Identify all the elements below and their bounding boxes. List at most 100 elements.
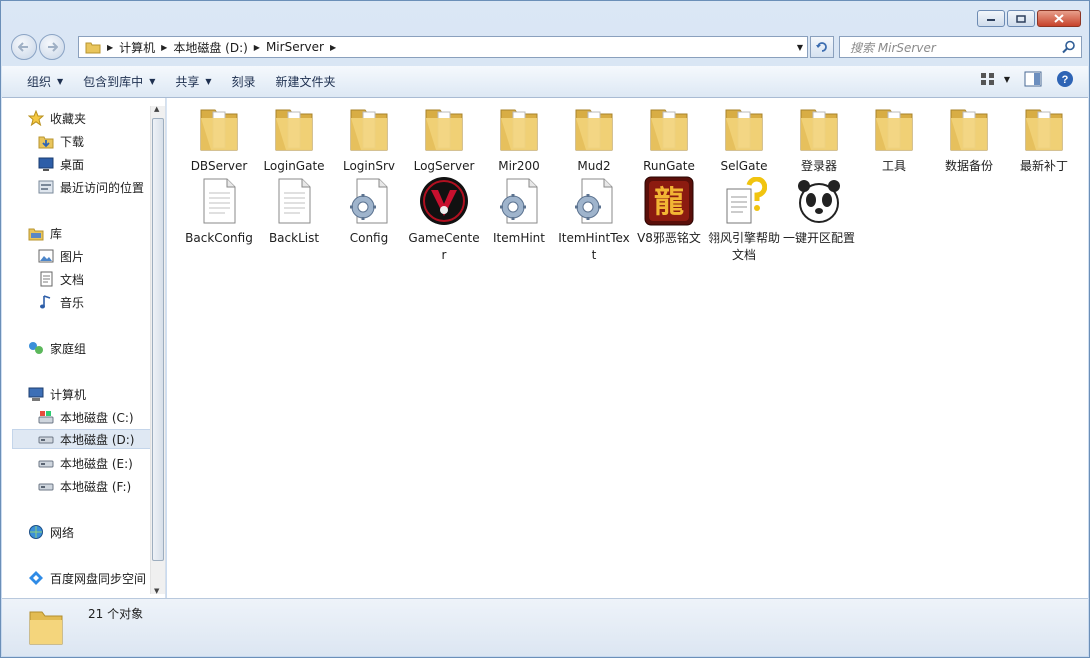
file-name: 登录器	[800, 159, 837, 173]
file-name: ItemHint	[493, 231, 545, 245]
burn-button[interactable]: 刻录	[222, 70, 266, 94]
sidebar-item-baidu-sync[interactable]: 百度网盘同步空间	[28, 568, 146, 588]
window-controls	[977, 10, 1081, 27]
drive-icon	[38, 483, 54, 491]
breadcrumb-mirserver[interactable]: MirServer	[266, 40, 324, 54]
file-item[interactable]: 一键开区配置	[783, 176, 855, 247]
sidebar-item-drive-f[interactable]: 本地磁盘 (F:)	[38, 476, 131, 496]
sidebar-item-label: 文档	[60, 272, 85, 287]
sidebar-item-label: 家庭组	[50, 341, 87, 356]
system-drive-icon	[38, 411, 54, 424]
file-item[interactable]: RunGate	[633, 104, 705, 175]
sidebar-item-pictures[interactable]: 图片	[38, 246, 84, 266]
scroll-down-icon[interactable]: ▼	[154, 587, 159, 595]
sidebar-item-favorites[interactable]: 收藏夹	[28, 108, 86, 128]
svg-text:?: ?	[1062, 74, 1069, 86]
organize-button[interactable]: 组织 ▼	[17, 70, 73, 94]
file-item[interactable]: ItemHint	[483, 176, 555, 247]
sidebar-item-desktop[interactable]: 桌面	[38, 154, 84, 174]
file-item[interactable]: BackConfig	[183, 176, 255, 247]
sidebar-item-label: 桌面	[60, 157, 85, 172]
sidebar-item-drive-d[interactable]: 本地磁盘 (D:)	[12, 429, 151, 449]
file-item[interactable]: LoginGate	[258, 104, 330, 175]
file-name: ItemHintText	[558, 231, 630, 262]
share-label: 共享	[175, 75, 200, 89]
sidebar-item-music[interactable]: 音乐	[38, 292, 84, 312]
file-item[interactable]: 最新补丁	[1008, 104, 1080, 175]
file-name: 数据备份	[944, 159, 993, 173]
close-button[interactable]	[1037, 10, 1081, 27]
sidebar-item-label: 本地磁盘 (E:)	[60, 456, 133, 471]
file-item[interactable]: 数据备份	[933, 104, 1005, 175]
sidebar-item-label: 网络	[50, 525, 75, 540]
sidebar-item-libraries[interactable]: 库	[28, 223, 62, 243]
sidebar-item-label: 音乐	[60, 295, 85, 310]
folder-icon	[419, 104, 469, 154]
file-item[interactable]: SelGate	[708, 104, 780, 175]
minimize-button[interactable]	[977, 10, 1005, 27]
item-count: 21 个对象	[88, 607, 144, 621]
file-name: BackList	[268, 231, 320, 245]
file-item[interactable]: Mud2	[558, 104, 630, 175]
help-icon[interactable]: ?	[1056, 70, 1074, 88]
file-item[interactable]: Mir200	[483, 104, 555, 175]
navigation-scrollbar[interactable]: ▲ ▼	[150, 105, 165, 595]
config-file-icon	[494, 176, 544, 226]
sidebar-item-label: 库	[50, 226, 63, 241]
scroll-up-icon[interactable]: ▲	[154, 105, 159, 113]
pictures-icon	[38, 249, 54, 263]
status-bar: 21 个对象	[2, 598, 1088, 656]
new-folder-button[interactable]: 新建文件夹	[266, 70, 346, 94]
file-name: 工具	[881, 159, 906, 173]
file-name: Mud2	[577, 159, 611, 173]
sidebar-item-network[interactable]: 网络	[28, 522, 74, 542]
back-arrow-icon	[18, 42, 28, 52]
folder-icon	[794, 104, 844, 154]
sidebar-item-downloads[interactable]: 下载	[38, 131, 84, 151]
breadcrumb-drive-d[interactable]: 本地磁盘 (D:)	[173, 39, 247, 56]
address-bar[interactable]: ▶ 计算机 ▶ 本地磁盘 (D:) ▶ MirServer ▶ ▼	[78, 36, 808, 58]
file-item[interactable]: DBServer	[183, 104, 255, 175]
chevron-right-icon[interactable]: ▶	[107, 43, 113, 52]
folder-icon	[269, 104, 319, 154]
file-item[interactable]: ItemHintText	[558, 176, 630, 264]
view-options-button[interactable]: ▼	[980, 72, 1010, 86]
file-item[interactable]: GameCenter	[408, 176, 480, 264]
sidebar-item-computer[interactable]: 计算机	[28, 384, 86, 404]
file-item[interactable]: 登录器	[783, 104, 855, 175]
file-item[interactable]: 工具	[858, 104, 930, 175]
file-item[interactable]: 翎风引擎帮助文档	[708, 176, 780, 264]
file-name: RunGate	[643, 159, 695, 173]
share-button[interactable]: 共享 ▼	[165, 70, 221, 94]
sidebar-item-drive-c[interactable]: 本地磁盘 (C:)	[38, 407, 134, 427]
back-button[interactable]	[11, 34, 37, 60]
file-item[interactable]: BackList	[258, 176, 330, 247]
preview-pane-icon[interactable]	[1024, 71, 1042, 87]
chevron-right-icon[interactable]: ▶	[254, 43, 260, 52]
sidebar-item-drive-e[interactable]: 本地磁盘 (E:)	[38, 453, 133, 473]
maximize-button[interactable]	[1007, 10, 1035, 27]
file-list: DBServer LoginGate LoginSrv LogServer Mir200…	[167, 98, 1088, 598]
file-item[interactable]: Config	[333, 176, 405, 247]
breadcrumb-computer[interactable]: 计算机	[119, 39, 155, 56]
drive-icon	[38, 460, 54, 468]
desktop-icon	[38, 157, 54, 171]
chevron-right-icon[interactable]: ▶	[161, 43, 167, 52]
search-input[interactable]: 搜索 MirServer	[839, 36, 1082, 58]
scrollbar-thumb[interactable]	[152, 118, 164, 561]
file-item[interactable]: LogServer	[408, 104, 480, 175]
sidebar-item-recent[interactable]: 最近访问的位置	[38, 177, 144, 197]
forward-button[interactable]	[39, 34, 65, 60]
sidebar-item-documents[interactable]: 文档	[38, 269, 84, 289]
chevron-down-icon[interactable]: ▼	[797, 43, 803, 52]
documents-icon	[40, 271, 53, 287]
refresh-button[interactable]	[810, 36, 834, 58]
file-name: LogServer	[413, 159, 475, 173]
sidebar-item-homegroup[interactable]: 家庭组	[28, 338, 86, 358]
include-library-button[interactable]: 包含到库中 ▼	[73, 70, 165, 94]
file-item[interactable]: LoginSrv	[333, 104, 405, 175]
chevron-right-icon[interactable]: ▶	[330, 43, 336, 52]
file-item[interactable]: 龍 V8邪恶铭文	[633, 176, 705, 247]
folder-icon	[85, 42, 101, 54]
drive-icon	[38, 436, 54, 444]
